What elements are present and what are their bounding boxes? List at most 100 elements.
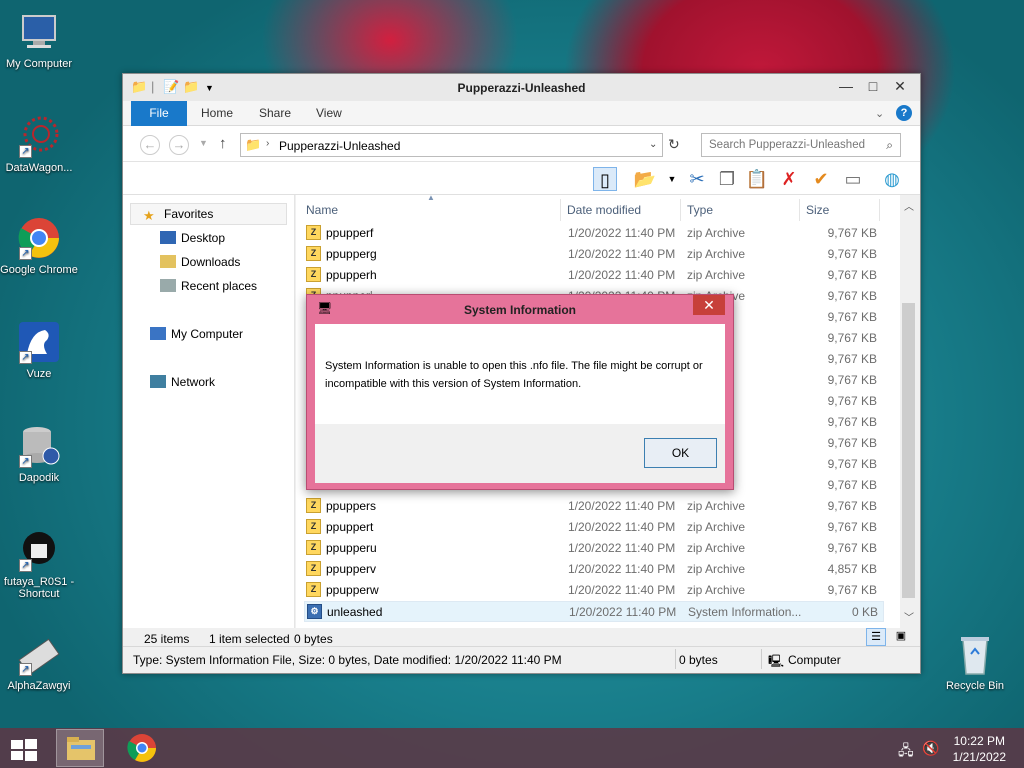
monitor-icon	[17, 10, 61, 54]
desktop-icon-alphazawgyi[interactable]: ↗ AlphaZawgyi	[0, 632, 78, 692]
toolbar-dropdown-icon[interactable]: ▼	[660, 167, 684, 191]
table-row[interactable]: Zppupperv 1/20/2022 11:40 PM zip Archive 4,…	[304, 559, 884, 580]
tab-share[interactable]: Share	[249, 101, 301, 126]
taskbar-chrome[interactable]	[118, 729, 166, 767]
downloads-icon	[160, 255, 176, 268]
desktop-icon-google-chrome[interactable]: ↗ Google Chrome	[0, 216, 78, 276]
shortcut-arrow-icon: ↗	[19, 455, 32, 468]
keyboard-icon: ↗	[17, 632, 61, 676]
zip-archive-icon: Z	[306, 498, 321, 513]
zip-archive-icon: Z	[306, 519, 321, 534]
column-header-date[interactable]: Date modified	[567, 203, 641, 217]
checkmark-icon[interactable]: ✔	[809, 167, 833, 191]
ok-button[interactable]: OK	[644, 438, 717, 468]
table-row[interactable]: Zppupperh 1/20/2022 11:40 PM zip Archive 9,…	[304, 265, 884, 286]
recent-locations-icon[interactable]: ▼	[199, 138, 208, 148]
folder-options-icon[interactable]: 📂	[633, 167, 657, 191]
table-row[interactable]: Zppupperg 1/20/2022 11:40 PM zip Archive 9,…	[304, 244, 884, 265]
address-dropdown-icon[interactable]: ⌄	[649, 139, 657, 150]
breadcrumb-chevron-icon[interactable]: ›	[266, 138, 269, 149]
taskbar-file-explorer[interactable]	[56, 729, 104, 767]
table-row[interactable]: Zppupperf 1/20/2022 11:40 PM zip Archive 9,…	[304, 223, 884, 244]
nav-desktop[interactable]: Desktop	[160, 231, 225, 245]
file-size: 9,767 KB	[827, 331, 877, 345]
column-header-type[interactable]: Type	[687, 203, 713, 217]
desktop-icon-vuze[interactable]: ↗ Vuze	[0, 320, 78, 380]
desktop-icon-futaya[interactable]: ↗ futaya_R0S1 - Shortcut	[0, 528, 78, 600]
nav-recent-places[interactable]: Recent places	[160, 279, 257, 293]
large-icons-view-icon[interactable]: ▣	[891, 628, 911, 646]
close-button[interactable]: ✕	[887, 76, 913, 96]
tab-view[interactable]: View	[306, 101, 352, 126]
column-header-size[interactable]: Size	[806, 203, 829, 217]
cut-icon[interactable]: ✂	[685, 167, 709, 191]
back-button[interactable]: ←	[140, 135, 160, 155]
rename-icon[interactable]: ▭	[841, 167, 865, 191]
tab-home[interactable]: Home	[191, 101, 243, 126]
desktop-icon-label: Vuze	[26, 368, 52, 380]
shortcut-arrow-icon: ↗	[19, 145, 32, 158]
file-date: 1/20/2022 11:40 PM	[568, 226, 676, 240]
nav-label: Downloads	[181, 255, 241, 269]
up-arrow-icon[interactable]: ↑	[219, 135, 227, 152]
column-divider[interactable]	[879, 199, 880, 221]
maximize-button[interactable]: □	[860, 76, 886, 96]
start-button[interactable]	[10, 738, 38, 762]
desktop-icon-label: My Computer	[5, 58, 73, 70]
file-size: 9,767 KB	[827, 289, 877, 303]
ribbon-expand-icon[interactable]: ⌄	[875, 107, 884, 120]
address-bar[interactable]: 📁 › Pupperazzi-Unleashed ⌄	[240, 133, 663, 157]
copy-icon[interactable]: ❐	[715, 167, 739, 191]
column-divider[interactable]	[799, 199, 800, 221]
help-icon[interactable]: ?	[896, 105, 912, 121]
network-status-icon[interactable]: 🖧	[898, 740, 914, 764]
table-row[interactable]: ⚙ unleashed 1/20/2022 11:40 PM System Infor…	[304, 601, 884, 622]
column-divider[interactable]	[680, 199, 681, 221]
ribbon-tabs: File Home Share View ⌄ ?	[123, 101, 920, 126]
scrollbar-thumb[interactable]	[902, 303, 915, 598]
search-input[interactable]: Search Pupperazzi-Unleashed ⌕	[701, 133, 901, 157]
window-titlebar[interactable]: 📁 | 📝 📁 ▼ Pupperazzi-Unleashed — □ ✕	[123, 74, 920, 101]
scroll-down-icon[interactable]: ﹀	[904, 609, 914, 624]
refresh-icon[interactable]: ↻	[668, 136, 680, 153]
file-size: 9,767 KB	[827, 268, 877, 282]
dialog-close-button[interactable]: ✕	[693, 295, 725, 315]
scroll-up-icon[interactable]: ︿	[904, 198, 914, 213]
column-divider[interactable]	[560, 199, 561, 221]
system-information-file-icon: ⚙	[307, 604, 322, 619]
file-name: unleashed	[327, 605, 383, 619]
nav-downloads[interactable]: Downloads	[160, 255, 240, 269]
desktop-icon-label: AlphaZawgyi	[7, 680, 71, 692]
taskbar-clock[interactable]: 10:22 PM 1/21/2022	[953, 733, 1006, 765]
desktop-icon-my-computer[interactable]: My Computer	[0, 10, 78, 70]
delete-icon[interactable]: ✗	[777, 167, 801, 191]
desktop-icon-recycle-bin[interactable]: Recycle Bin	[936, 632, 1014, 692]
column-header-name[interactable]: Name	[306, 203, 338, 217]
vertical-scrollbar[interactable]: ︿ ﹀	[900, 195, 917, 628]
table-row[interactable]: Zppuppers 1/20/2022 11:40 PM zip Archive 9,…	[304, 496, 884, 517]
system-information-dialog: 🖥 System Information ✕ System Informatio…	[306, 294, 734, 490]
forward-button[interactable]: →	[169, 135, 189, 155]
volume-muted-icon[interactable]: 🔇	[922, 740, 939, 757]
file-size: 9,767 KB	[827, 310, 877, 324]
nav-label: Favorites	[164, 207, 214, 221]
details-view-icon[interactable]: ☰	[866, 628, 886, 646]
nav-favorites[interactable]: ★ Favorites	[143, 207, 214, 223]
shortcut-arrow-icon: ↗	[19, 663, 32, 676]
tab-file[interactable]: File	[131, 101, 187, 126]
preview-pane-icon[interactable]: ▯	[593, 167, 617, 191]
table-row[interactable]: Zppupperw 1/20/2022 11:40 PM zip Archive 9,…	[304, 580, 884, 601]
file-date: 1/20/2022 11:40 PM	[568, 541, 676, 555]
nav-my-computer[interactable]: My Computer	[150, 327, 243, 341]
table-row[interactable]: Zppuppert 1/20/2022 11:40 PM zip Archive 9,…	[304, 517, 884, 538]
desktop-icon-dapodik[interactable]: ↗ Dapodik	[0, 424, 78, 484]
minimize-button[interactable]: —	[833, 76, 859, 96]
desktop-icon-datawagon[interactable]: ↗ DataWagon...	[0, 114, 78, 174]
file-type: zip Archive	[687, 226, 746, 240]
selected-size: 0 bytes	[294, 632, 333, 646]
nav-network[interactable]: Network	[150, 375, 215, 389]
table-row[interactable]: Zppupperu 1/20/2022 11:40 PM zip Archive 9,…	[304, 538, 884, 559]
paste-icon[interactable]: 📋	[745, 167, 769, 191]
desktop-icon-label: Google Chrome	[0, 264, 78, 276]
globe-icon[interactable]: ◍	[880, 167, 904, 191]
